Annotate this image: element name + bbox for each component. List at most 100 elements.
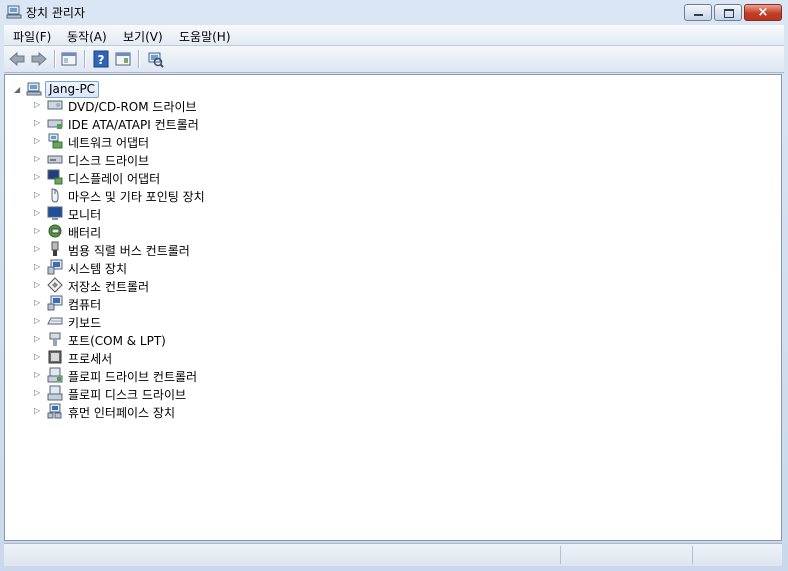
device-tree[interactable]: ◢ Jang-PC ▷ DVD/CD-ROM 드라이브 ▷ IDE ATA/ATAPI… xyxy=(4,74,782,541)
tree-item-label[interactable]: 범용 직렬 버스 컨트롤러 xyxy=(68,242,190,259)
toolbar-separator xyxy=(138,50,140,68)
status-bar xyxy=(4,543,782,566)
close-icon: × xyxy=(757,5,769,20)
processor-icon xyxy=(48,350,62,364)
title-bar[interactable]: 장치 관리자 × xyxy=(0,0,788,24)
tree-item[interactable]: ▷ 컴퓨터 xyxy=(5,294,405,312)
status-cell xyxy=(560,546,691,564)
tree-item-label[interactable]: 저장소 컨트롤러 xyxy=(68,278,149,295)
window-title: 장치 관리자 xyxy=(26,6,86,20)
tree-item[interactable]: ▷ DVD/CD-ROM 드라이브 xyxy=(5,96,405,114)
maximize-icon xyxy=(724,9,734,18)
tree-item[interactable]: ▷ 모니터 xyxy=(5,204,405,222)
battery-icon xyxy=(48,224,62,238)
minimize-button[interactable] xyxy=(684,4,712,21)
expand-arrow-icon[interactable]: ▷ xyxy=(34,118,44,128)
tree-item[interactable]: ▷ IDE ATA/ATAPI 컨트롤러 xyxy=(5,114,405,132)
monitor-icon xyxy=(47,206,63,220)
expand-arrow-icon[interactable]: ▷ xyxy=(34,208,44,218)
floppy-controller-icon xyxy=(47,367,63,383)
tree-item-label[interactable]: 컴퓨터 xyxy=(68,296,101,313)
expand-arrow-icon[interactable]: ▷ xyxy=(34,298,44,308)
tree-item[interactable]: ▷ 배터리 xyxy=(5,222,405,240)
menu-bar: 파일(F) 동작(A) 보기(V) 도움말(H) xyxy=(4,25,784,46)
forward-arrow-icon[interactable] xyxy=(30,50,48,68)
toolbar-separator xyxy=(84,50,86,68)
menu-view[interactable]: 보기(V) xyxy=(123,28,163,45)
tree-item[interactable]: ▷ 휴먼 인터페이스 장치 xyxy=(5,402,405,420)
system-device-icon xyxy=(47,259,63,275)
tree-item[interactable]: ▷ 마우스 및 기타 포인팅 장치 xyxy=(5,186,405,204)
close-button[interactable]: × xyxy=(744,4,782,21)
expand-arrow-icon[interactable]: ▷ xyxy=(34,226,44,236)
tree-item-label[interactable]: 플로피 디스크 드라이브 xyxy=(68,386,186,403)
menu-action[interactable]: 동작(A) xyxy=(67,28,107,45)
tree-item[interactable]: ▷ 네트워크 어댑터 xyxy=(5,132,405,150)
tree-item-label[interactable]: 배터리 xyxy=(68,224,101,241)
tree-item-label[interactable]: 키보드 xyxy=(68,314,101,331)
expand-arrow-icon[interactable]: ▷ xyxy=(34,316,44,326)
tree-item[interactable]: ▷ 플로피 드라이브 컨트롤러 xyxy=(5,366,405,384)
status-cell xyxy=(692,546,781,564)
toolbar: ? xyxy=(4,46,784,73)
port-icon xyxy=(49,332,61,346)
expand-arrow-icon[interactable]: ▷ xyxy=(34,406,44,416)
svg-text:?: ? xyxy=(98,53,105,67)
expand-arrow-icon[interactable]: ▷ xyxy=(34,190,44,200)
collapse-arrow-icon[interactable]: ◢ xyxy=(14,85,24,95)
tree-item-label[interactable]: 휴먼 인터페이스 장치 xyxy=(68,404,175,421)
computer-icon xyxy=(47,295,63,311)
expand-arrow-icon[interactable]: ▷ xyxy=(34,280,44,290)
expand-arrow-icon[interactable]: ▷ xyxy=(34,172,44,182)
tree-item[interactable]: ▷ 키보드 xyxy=(5,312,405,330)
tree-item[interactable]: ▷ 디스플레이 어댑터 xyxy=(5,168,405,186)
expand-arrow-icon[interactable]: ▷ xyxy=(34,370,44,380)
floppy-drive-icon xyxy=(47,385,63,401)
properties-icon[interactable] xyxy=(60,50,78,68)
tree-item[interactable]: ▷ 범용 직렬 버스 컨트롤러 xyxy=(5,240,405,258)
tree-item[interactable]: ▷ 플로피 디스크 드라이브 xyxy=(5,384,405,402)
tree-item-label[interactable]: 프로세서 xyxy=(68,350,112,367)
minimize-icon xyxy=(694,14,703,16)
help-icon[interactable]: ? xyxy=(92,50,110,68)
expand-arrow-icon[interactable]: ▷ xyxy=(34,244,44,254)
tree-item-label[interactable]: 시스템 장치 xyxy=(68,260,127,277)
device-manager-icon xyxy=(6,5,22,19)
network-adapter-icon xyxy=(48,133,63,149)
tree-item-label[interactable]: 네트워크 어댑터 xyxy=(68,134,149,151)
tree-item[interactable]: ▷ 프로세서 xyxy=(5,348,405,366)
menu-help[interactable]: 도움말(H) xyxy=(179,28,231,45)
usb-icon xyxy=(51,241,59,256)
tree-item-label[interactable]: DVD/CD-ROM 드라이브 xyxy=(68,98,197,115)
tree-item-label[interactable]: 플로피 드라이브 컨트롤러 xyxy=(68,368,197,385)
back-arrow-icon[interactable] xyxy=(8,50,26,68)
console-tree-icon[interactable] xyxy=(114,50,132,68)
tree-item[interactable]: ▷ 저장소 컨트롤러 xyxy=(5,276,405,294)
tree-item-label[interactable]: 디스플레이 어댑터 xyxy=(68,170,160,187)
tree-item[interactable]: ▷ 디스크 드라이브 xyxy=(5,150,405,168)
expand-arrow-icon[interactable]: ▷ xyxy=(34,334,44,344)
toolbar-separator xyxy=(54,50,56,68)
maximize-button[interactable] xyxy=(714,4,742,21)
expand-arrow-icon[interactable]: ▷ xyxy=(34,262,44,272)
tree-item-label[interactable]: 포트(COM & LPT) xyxy=(68,332,166,349)
disk-drive-icon xyxy=(47,155,63,164)
expand-arrow-icon[interactable]: ▷ xyxy=(34,136,44,146)
tree-item-label[interactable]: 마우스 및 기타 포인팅 장치 xyxy=(68,188,205,205)
tree-item[interactable]: ▷ 포트(COM & LPT) xyxy=(5,330,405,348)
menu-file[interactable]: 파일(F) xyxy=(13,28,51,45)
scan-hardware-icon[interactable] xyxy=(146,50,164,68)
mouse-icon xyxy=(51,188,59,203)
expand-arrow-icon[interactable]: ▷ xyxy=(34,352,44,362)
keyboard-icon xyxy=(47,317,63,325)
expand-arrow-icon[interactable]: ▷ xyxy=(34,154,44,164)
computer-root-icon xyxy=(26,82,42,96)
expand-arrow-icon[interactable]: ▷ xyxy=(34,100,44,110)
expand-arrow-icon[interactable]: ▷ xyxy=(34,388,44,398)
tree-root[interactable]: ◢ Jang-PC xyxy=(5,77,405,98)
tree-item[interactable]: ▷ 시스템 장치 xyxy=(5,258,405,276)
tree-item-label[interactable]: 디스크 드라이브 xyxy=(68,152,149,169)
storage-controller-icon xyxy=(47,277,63,293)
tree-item-label[interactable]: 모니터 xyxy=(68,206,101,223)
tree-item-label[interactable]: IDE ATA/ATAPI 컨트롤러 xyxy=(68,116,199,133)
